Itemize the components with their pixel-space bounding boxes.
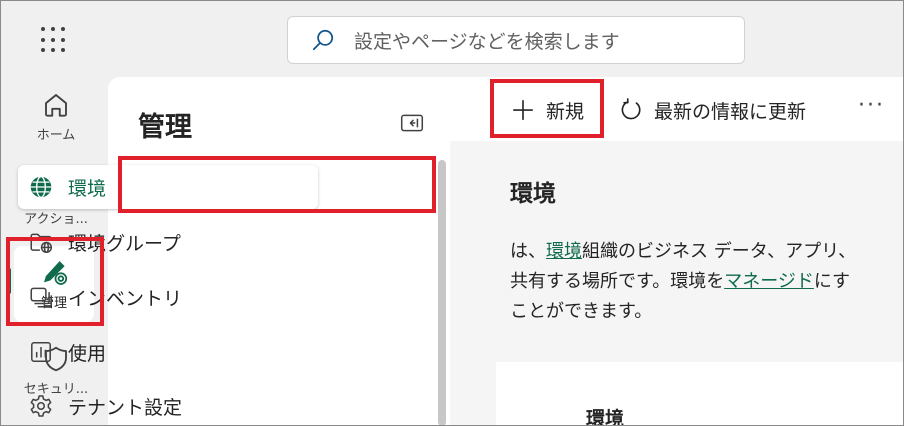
chart-icon bbox=[31, 342, 51, 362]
desc-text: にす bbox=[813, 271, 851, 292]
nav-item-tenant-settings[interactable]: テナント設定 bbox=[18, 384, 318, 426]
desc-text: ことができます。 bbox=[510, 301, 653, 322]
card-title: 環境 bbox=[586, 408, 625, 426]
highlight-box-environments bbox=[118, 156, 436, 213]
rail-label-home: ホーム bbox=[36, 128, 76, 143]
desc-text: は、 bbox=[510, 241, 546, 262]
search-box[interactable]: 設定やページなどを検索します bbox=[287, 16, 745, 64]
desc-text: 共有する場所です。環境を bbox=[510, 271, 725, 292]
desc-text: 組織のビジネス データ、アプリ、 bbox=[582, 241, 857, 262]
collapse-panel-icon[interactable] bbox=[399, 110, 425, 136]
home-icon bbox=[45, 94, 67, 117]
globe-icon bbox=[30, 176, 52, 198]
refresh-button[interactable]: 最新の情報に更新 bbox=[618, 90, 806, 130]
environment-link[interactable]: 環境 bbox=[546, 241, 582, 262]
search-placeholder: 設定やページなどを検索します bbox=[354, 30, 620, 53]
nav-item-usage[interactable]: 使用 bbox=[18, 330, 318, 374]
app-launcher-icon[interactable] bbox=[41, 27, 67, 53]
highlight-box-new bbox=[490, 79, 604, 138]
more-options-button[interactable]: ··· bbox=[858, 93, 885, 118]
page-title: 環境 bbox=[510, 181, 556, 207]
search-icon bbox=[312, 29, 334, 51]
refresh-icon bbox=[621, 98, 641, 120]
environments-card bbox=[496, 362, 904, 426]
managed-link[interactable]: マネージド bbox=[724, 271, 814, 292]
nav-scrollbar[interactable] bbox=[438, 160, 446, 426]
refresh-button-label: 最新の情報に更新 bbox=[654, 100, 807, 123]
nav-label-environments: 環境 bbox=[68, 177, 107, 200]
gear-icon bbox=[30, 395, 52, 417]
nav-label-tenant-settings: テナント設定 bbox=[68, 396, 183, 419]
rail-item-home[interactable]: ホーム bbox=[8, 90, 104, 143]
highlight-box-admin bbox=[6, 237, 104, 326]
nav-title: 管理 bbox=[138, 112, 192, 143]
page-description: は、環境組織のビジネス データ、アプリ、 共有する場所です。環境をマネージドにす… bbox=[510, 237, 904, 327]
nav-label-usage: 使用 bbox=[68, 342, 107, 365]
